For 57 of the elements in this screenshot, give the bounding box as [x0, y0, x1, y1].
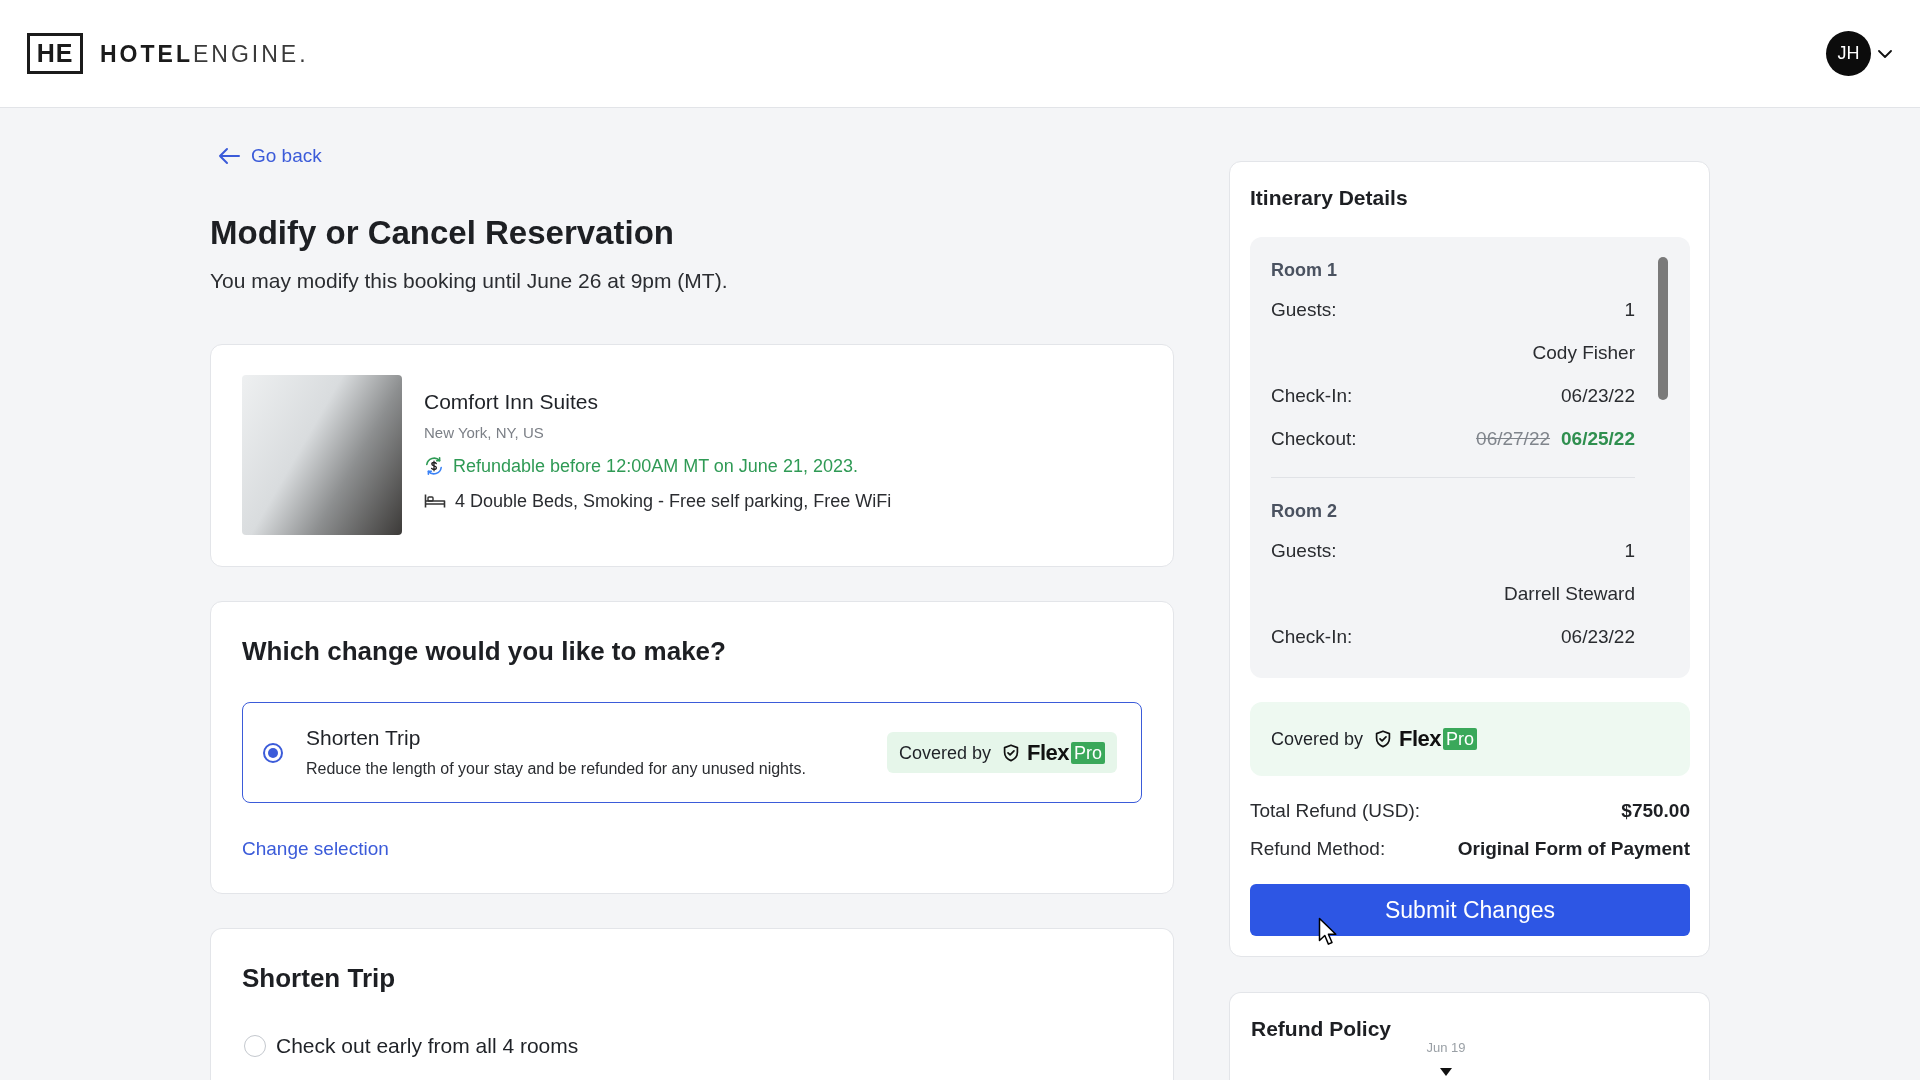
row-value: 1	[1624, 539, 1635, 562]
summary-label: Total Refund (USD):	[1250, 800, 1420, 822]
new-date: 06/25/22	[1561, 427, 1635, 450]
row-label: Guests:	[1271, 539, 1337, 562]
card-title: Itinerary Details	[1250, 185, 1409, 211]
page-title: Modify or Cancel Reservation	[210, 213, 675, 253]
section-heading: Shorten Trip	[242, 962, 397, 994]
row-label: Check-In:	[1271, 384, 1353, 407]
back-arrow-icon	[218, 147, 240, 165]
option-card[interactable]: Shorten Trip Reduce the length of your stay and be refunded for any unused nights. Covered by Flex Pro	[242, 702, 1142, 803]
scrollbar-thumb[interactable]	[1658, 257, 1668, 400]
room-title: Room 2	[1271, 500, 1338, 523]
room-description: 4 Double Beds, Smoking - Free self parking, Free WiFi	[455, 490, 892, 513]
brand-name: Flex	[1399, 727, 1442, 751]
hotel-location: New York, NY, US	[424, 423, 545, 443]
radio-button[interactable]	[263, 742, 283, 763]
row-value: 06/23/22	[1561, 384, 1635, 407]
go-back-link[interactable]: Go back	[218, 144, 322, 168]
row-label: Check-In:	[1271, 625, 1353, 648]
section-heading: Which change would you like to make?	[242, 635, 727, 667]
card-title: Refund Policy	[1251, 1016, 1393, 1042]
timeline-date-label: Jun 19	[1426, 1040, 1466, 1056]
timeline-marker-icon	[1440, 1068, 1452, 1076]
row-value: 1	[1624, 298, 1635, 321]
avatar-button[interactable]: JH	[1826, 31, 1871, 76]
page-subtitle: You may modify this booking until June 26 at 9pm (MT).	[210, 268, 729, 294]
row-label: Guests:	[1271, 298, 1337, 321]
refund-dollar-icon	[424, 456, 444, 476]
shield-check-icon	[1375, 730, 1392, 748]
brand-name: Flex	[1026, 740, 1069, 765]
mouse-cursor-icon	[1318, 917, 1338, 947]
tier-label: Pro	[1443, 728, 1478, 750]
option-description: Reduce the length of your stay and be refunded for any unused nights.	[306, 759, 807, 779]
coverage-label: Covered by	[1271, 728, 1364, 750]
row-value: 06/23/22	[1561, 625, 1635, 648]
original-date: 06/27/22	[1476, 427, 1551, 450]
guest-name: Darrell Steward	[1504, 582, 1635, 605]
chevron-down-icon[interactable]	[1878, 49, 1892, 58]
logo-wordmark: HOTELENGINE.	[100, 39, 309, 68]
submit-changes-button[interactable]: Submit Changes	[1250, 884, 1690, 936]
room-title: Room 1	[1271, 259, 1338, 282]
summary-value: Original Form of Payment	[1457, 838, 1690, 860]
guest-name: Cody Fisher	[1532, 341, 1635, 364]
hotel-name: Comfort Inn Suites	[424, 389, 599, 415]
refund-deadline-text: Refundable before 12:00AM MT on June 21, 2023.	[453, 455, 858, 478]
logo-mark[interactable]: HE	[27, 33, 83, 74]
summary-label: Refund Method:	[1250, 838, 1386, 860]
coverage-label: Covered by	[898, 741, 991, 764]
change-selection-link[interactable]: Change selection	[242, 837, 389, 861]
shield-check-icon	[1002, 743, 1019, 762]
bed-icon	[424, 493, 446, 509]
row-label: Checkout:	[1271, 427, 1357, 450]
radio-button[interactable]	[244, 1035, 266, 1057]
option-label: Check out early from all 4 rooms	[276, 1033, 579, 1059]
option-title: Shorten Trip	[306, 725, 422, 751]
summary-value: $750.00	[1621, 800, 1690, 822]
tier-label: Pro	[1071, 741, 1105, 764]
